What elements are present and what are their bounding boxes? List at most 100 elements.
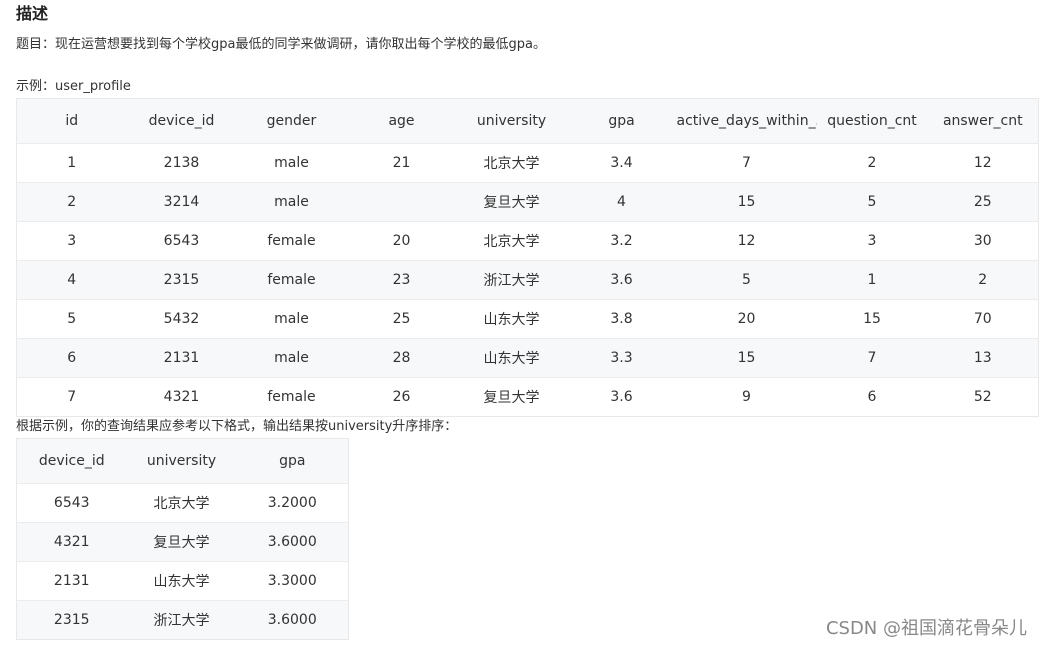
table-row: 6 2131 male 28 山东大学 3.3 15 7 13 [16,338,1039,378]
table-cell: 3.6 [566,260,677,300]
table-cell: 4 [566,182,677,222]
table-cell: male [236,338,347,378]
table-row: 6543 北京大学 3.2000 [16,483,349,523]
table-row: 2 3214 male 复旦大学 4 15 5 25 [16,182,1039,222]
table-cell: 3.6 [566,377,677,417]
table-cell: 1 [816,260,928,300]
table-cell: 北京大学 [126,483,237,523]
table-cell: 6543 [126,221,237,261]
table-cell: 52 [927,377,1039,417]
table-cell: 5 [816,182,928,222]
column-header: gpa [279,453,306,469]
table-cell: 3 [816,221,928,261]
table-cell: 山东大学 [456,338,567,378]
table-cell: 2 [816,143,928,183]
table-cell: 北京大学 [456,143,567,183]
example-label: 示例：user_profile [16,79,131,94]
table-cell: 23 [346,260,457,300]
table-cell: 浙江大学 [456,260,567,300]
table-cell: 6 [16,338,127,378]
table-cell: 2131 [16,561,127,601]
column-header: university [476,113,547,129]
table-cell: female [236,260,347,300]
table-cell: 15 [676,182,817,222]
table-cell: 20 [676,299,817,339]
table-cell: 25 [346,299,457,339]
column-header: active_days_within_30 [676,113,817,129]
table-cell: 12 [676,221,817,261]
table-cell: 15 [816,299,928,339]
table-cell: female [236,221,347,261]
column-header: university [146,453,217,469]
column-header: gpa [608,113,635,129]
table-cell: 1 [16,143,127,183]
table-cell: 2315 [126,260,237,300]
table-row: 7 4321 female 26 复旦大学 3.6 9 6 52 [16,377,1039,417]
csdn-watermark: CSDN @祖国滴花骨朵儿 [825,618,1027,639]
table-cell: 70 [927,299,1039,339]
table-cell: 12 [927,143,1039,183]
table-cell: 3.4 [566,143,677,183]
table-cell: female [236,377,347,417]
result-label: 根据示例，你的查询结果应参考以下格式，输出结果按university升序排序： [16,419,458,434]
user-profile-table: id device_id gender age university gpa active_… [16,98,1039,417]
result-table: device_id university gpa 6543 北京大学 3.2000 432… [16,438,349,640]
table-header-row: device_id university gpa [16,438,349,484]
table-cell: 复旦大学 [126,522,237,562]
table-cell: 20 [346,221,457,261]
table-cell: 13 [927,338,1039,378]
section-heading: 描述 [16,4,49,23]
table-cell: 15 [676,338,817,378]
table-cell: 4321 [126,377,237,417]
table-cell: 3.3 [566,338,677,378]
column-header: device_id [148,113,215,129]
table-cell: 7 [16,377,127,417]
table-cell: 4321 [16,522,127,562]
table-header-row: id device_id gender age university gpa active_… [16,98,1039,144]
column-header: id [65,113,79,129]
table-row: 1 2138 male 21 北京大学 3.4 7 2 12 [16,143,1039,183]
table-cell: 2 [927,260,1039,300]
table-cell: 30 [927,221,1039,261]
table-cell: 北京大学 [456,221,567,261]
table-cell [346,182,457,222]
table-cell: 3.3000 [236,561,349,601]
table-row: 4 2315 female 23 浙江大学 3.6 5 1 2 [16,260,1039,300]
table-cell: 6 [816,377,928,417]
column-header: question_cnt [827,113,917,129]
table-cell: 2 [16,182,127,222]
column-header: answer_cnt [942,113,1023,129]
table-cell: 25 [927,182,1039,222]
table-cell: male [236,182,347,222]
table-row: 3 6543 female 20 北京大学 3.2 12 3 30 [16,221,1039,261]
table-cell: 28 [346,338,457,378]
table-cell: 7 [676,143,817,183]
table-row: 5 5432 male 25 山东大学 3.8 20 15 70 [16,299,1039,339]
table-row: 2315 浙江大学 3.6000 [16,600,349,640]
table-cell: 3.6000 [236,600,349,640]
column-header: device_id [38,453,105,469]
table-cell: 复旦大学 [456,377,567,417]
table-cell: 浙江大学 [126,600,237,640]
table-cell: 3.2 [566,221,677,261]
table-row: 4321 复旦大学 3.6000 [16,522,349,562]
table-cell: 9 [676,377,817,417]
table-cell: 山东大学 [456,299,567,339]
table-cell: 5 [676,260,817,300]
table-row: 2131 山东大学 3.3000 [16,561,349,601]
table-cell: 7 [816,338,928,378]
table-cell: 5 [16,299,127,339]
table-cell: 21 [346,143,457,183]
table-cell: 3.8 [566,299,677,339]
table-cell: 5432 [126,299,237,339]
table-cell: 2138 [126,143,237,183]
table-cell: 3 [16,221,127,261]
table-cell: 复旦大学 [456,182,567,222]
table-cell: 3.2000 [236,483,349,523]
table-cell: 2315 [16,600,127,640]
table-cell: male [236,299,347,339]
column-header: gender [266,113,317,129]
question-text: 题目：现在运营想要找到每个学校gpa最低的同学来做调研，请你取出每个学校的最低g… [16,37,546,52]
table-cell: 山东大学 [126,561,237,601]
table-cell: 3.6000 [236,522,349,562]
